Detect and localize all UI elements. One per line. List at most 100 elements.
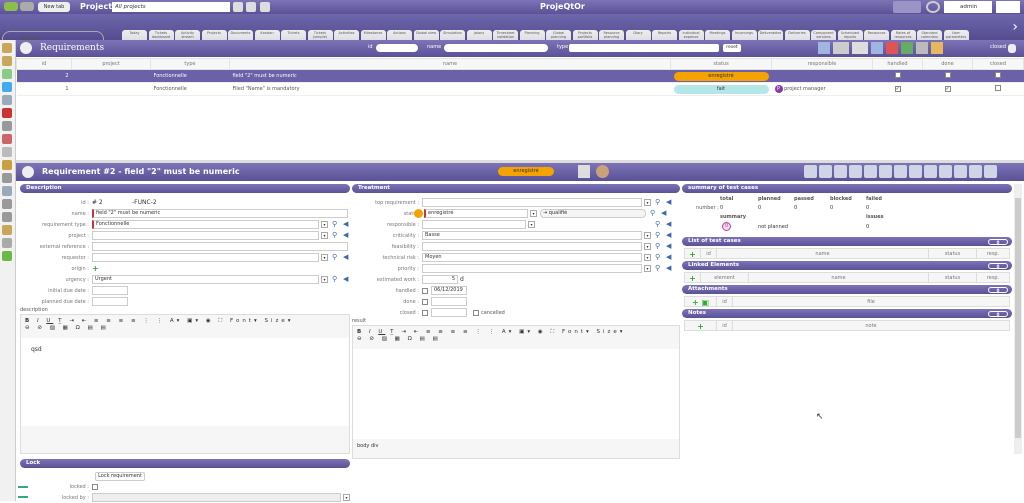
sidebar-menu-icon[interactable]: [2, 82, 12, 92]
search-icon[interactable]: [260, 2, 270, 12]
col-type[interactable]: type: [150, 58, 230, 70]
col-done[interactable]: done: [922, 58, 973, 70]
add-icon[interactable]: [916, 42, 928, 54]
chevron-down-icon[interactable]: ▾: [321, 276, 328, 283]
test-cases-header[interactable]: List of test cases 0: [682, 237, 1012, 246]
search-icon[interactable]: ⚲: [332, 276, 339, 283]
sidebar-menu-icon[interactable]: [2, 212, 12, 222]
initial-due-date-input[interactable]: [92, 286, 128, 295]
closed-checkbox[interactable]: [422, 309, 428, 316]
filter-icon[interactable]: [833, 42, 849, 54]
chevron-down-icon[interactable]: ▾: [528, 221, 535, 228]
closed-checkbox[interactable]: [995, 85, 1001, 91]
sidebar-menu-icon[interactable]: [2, 251, 12, 261]
col-responsible[interactable]: responsible: [771, 58, 873, 70]
search-icon[interactable]: ⚲: [655, 199, 662, 206]
name-input[interactable]: field "2" must be numeric: [92, 209, 348, 218]
sidebar-menu-icon[interactable]: [2, 108, 12, 118]
sidebar-menu-icon[interactable]: [2, 43, 12, 53]
chevron-down-icon[interactable]: ▾: [321, 232, 328, 239]
result-editor[interactable]: B I U T̲ ⇥ ⇤ ≡ ≡ ≡ ≡ ⋮ ⋮ A▾ ▣▾ ◉ ⛶ Font▾…: [352, 325, 680, 459]
project-select[interactable]: [92, 231, 319, 240]
goto-icon[interactable]: ◀: [666, 243, 673, 250]
print-icon[interactable]: [871, 42, 883, 54]
chevron-down-icon[interactable]: ▾: [644, 243, 651, 250]
project-select[interactable]: All projects: [112, 2, 230, 12]
search-icon[interactable]: ⚲: [655, 232, 662, 239]
screen-layout-button[interactable]: [996, 1, 1020, 13]
criticality-select[interactable]: Basse: [422, 231, 642, 240]
closed-date-input[interactable]: [431, 308, 467, 317]
technical-risk-select[interactable]: Moyen: [422, 253, 642, 262]
path-body[interactable]: body: [357, 443, 369, 449]
result-text[interactable]: [353, 349, 679, 439]
chevron-down-icon[interactable]: ▾: [321, 254, 328, 261]
lock-requirement-button[interactable]: Lock requirement: [95, 472, 145, 481]
delete-icon[interactable]: [864, 165, 877, 178]
col-closed[interactable]: closed: [972, 58, 1024, 70]
requirement-type-select[interactable]: Fonctionnelle: [92, 220, 319, 229]
user-menu[interactable]: admin: [944, 1, 992, 13]
search-icon[interactable]: ⚲: [655, 221, 662, 228]
next-status-button[interactable]: ⇥ qualifié: [540, 209, 646, 218]
sidebar-menu-icon[interactable]: [2, 121, 12, 131]
closed-filter-toggle[interactable]: [1008, 44, 1016, 53]
print-icon[interactable]: [879, 165, 892, 178]
search-icon[interactable]: ⚲: [332, 254, 339, 261]
search-icon[interactable]: ⚲: [650, 210, 657, 217]
goto-icon[interactable]: ◀: [666, 199, 673, 206]
table-row[interactable]: 2 Fonctionnelle field "2" must be numeric e…: [16, 69, 1024, 83]
size-select[interactable]: Size: [264, 318, 287, 324]
editor-toolbar[interactable]: B I U T̲ ⇥ ⇤ ≡ ≡ ≡ ≡ ⋮ ⋮ A▾ ▣▾ ◉ ⛶ Font▾…: [21, 315, 349, 331]
col-project[interactable]: project: [71, 58, 151, 70]
sidebar-menu-icon[interactable]: [2, 95, 12, 105]
pdf-icon[interactable]: [886, 42, 898, 54]
top-requirement-select[interactable]: [422, 198, 642, 207]
excel-icon[interactable]: [901, 42, 913, 54]
filter-id-input[interactable]: [376, 44, 418, 52]
sidebar-menu-icon[interactable]: [2, 134, 12, 144]
add-origin-icon[interactable]: +: [92, 264, 99, 273]
handled-date-input[interactable]: 06/12/2019: [431, 286, 467, 295]
undo-icon[interactable]: [834, 165, 847, 178]
sidebar-menu-icon[interactable]: [2, 173, 12, 183]
settings-icon[interactable]: [246, 2, 256, 12]
sidebar-menu-icon[interactable]: [2, 69, 12, 79]
edit-icon[interactable]: [984, 165, 997, 178]
font-select[interactable]: Font: [562, 329, 586, 335]
closed-checkbox[interactable]: [995, 72, 1001, 78]
lock-header[interactable]: Lock: [20, 459, 350, 468]
history-icon[interactable]: [954, 165, 967, 178]
goto-icon[interactable]: ◀: [666, 232, 673, 239]
detail-scrollbar[interactable]: [1014, 184, 1022, 454]
col-handled[interactable]: handled: [872, 58, 923, 70]
path-div[interactable]: div: [371, 443, 379, 449]
sidebar-menu-icon[interactable]: [2, 147, 12, 157]
description-header[interactable]: Description: [20, 184, 350, 193]
external-reference-input[interactable]: [92, 242, 348, 251]
linked-elements-header[interactable]: Linked Elements 0: [682, 261, 1012, 270]
priority-select[interactable]: [422, 264, 642, 273]
email-icon[interactable]: [909, 165, 922, 178]
attachments-header[interactable]: Attachments 0: [682, 285, 1012, 294]
notes-header[interactable]: Notes 0: [682, 309, 1012, 318]
link-icon[interactable]: [939, 165, 952, 178]
col-id[interactable]: id: [16, 58, 72, 70]
add-note-icon[interactable]: +: [685, 321, 717, 331]
search-icon[interactable]: ⚲: [655, 243, 662, 250]
handled-checkbox[interactable]: [894, 72, 901, 78]
status-select[interactable]: enregistré: [424, 209, 528, 218]
multiple-update-icon[interactable]: [931, 42, 943, 54]
chevron-down-icon[interactable]: ▾: [343, 494, 350, 501]
sidebar-menu-icon[interactable]: [2, 186, 12, 196]
sidebar-menu-icon[interactable]: [2, 199, 12, 209]
done-checkbox[interactable]: ✓: [944, 86, 951, 92]
scroll-right-icon[interactable]: ›: [1012, 19, 1018, 35]
sidebar-menu-icon[interactable]: [2, 56, 12, 66]
goto-icon[interactable]: ◀: [661, 210, 668, 217]
forward-button[interactable]: [20, 2, 34, 11]
editor-toolbar[interactable]: B I U T̲ ⇥ ⇤ ≡ ≡ ≡ ≡ ⋮ ⋮ A▾ ▣▾ ◉ ⛶ Font▾…: [353, 326, 679, 342]
search-icon[interactable]: ⚲: [332, 221, 339, 228]
add-link-icon[interactable]: +: [685, 273, 701, 283]
chevron-down-icon[interactable]: ▾: [644, 254, 651, 261]
